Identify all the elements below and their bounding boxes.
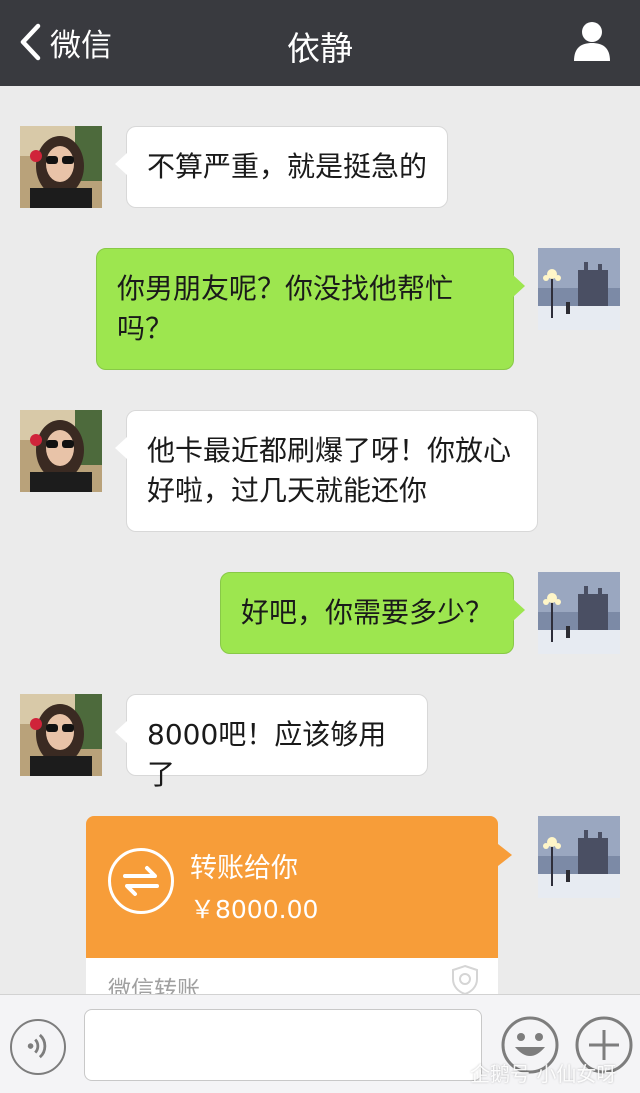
my-avatar[interactable] <box>538 248 620 330</box>
message-bubble-incoming[interactable]: 他卡最近都刷爆了呀！你放心 好啦，过几天就能还你 <box>115 410 538 532</box>
message-bubble-incoming[interactable]: 不算严重，就是挺急的 <box>115 126 448 208</box>
my-avatar[interactable] <box>538 572 620 654</box>
voice-button[interactable] <box>10 1019 66 1075</box>
message-text: 不算严重，就是挺急的 <box>147 150 428 183</box>
my-avatar[interactable] <box>538 816 620 898</box>
transfer-card[interactable]: 转账给你 ￥8000.00 微信转账 <box>86 816 498 1006</box>
avatar-image <box>20 694 102 776</box>
avatar-image <box>538 572 620 654</box>
avatar-image <box>538 816 620 898</box>
message-text-line: 吗？ <box>117 312 174 345</box>
message-bubble-outgoing[interactable]: 你男朋友呢？你没找他帮忙 吗？ <box>96 248 525 370</box>
message-text-line: 好啦，过几天就能还你 <box>147 474 428 507</box>
person-icon <box>574 22 610 61</box>
avatar-image <box>538 248 620 330</box>
bubble-tail <box>513 599 525 621</box>
message-text: 8000吧！应该够用了 <box>147 718 387 791</box>
message-bubble-outgoing[interactable]: 好吧，你需要多少？ <box>220 572 525 654</box>
message-text-line: 你男朋友呢？你没找他帮忙 <box>117 272 454 305</box>
transfer-amount: ￥8000.00 <box>190 895 319 924</box>
avatar-image <box>20 126 102 208</box>
message-text: 好吧，你需要多少？ <box>241 596 494 629</box>
contact-avatar[interactable] <box>20 694 102 776</box>
message-text-line: 他卡最近都刷爆了呀！你放心 <box>147 434 512 467</box>
message-input[interactable] <box>84 1009 482 1081</box>
transfer-arrows-icon <box>108 848 174 914</box>
transfer-title: 转账给你 <box>190 853 298 884</box>
contact-avatar[interactable] <box>20 410 102 492</box>
chat-info-button[interactable] <box>572 20 612 62</box>
voice-icon <box>27 1033 47 1059</box>
top-bar: 微信 依静 <box>0 0 640 86</box>
watermark-text: 企鹅号 小仙女呀 <box>470 1062 617 1086</box>
bubble-tail <box>115 437 127 459</box>
bubble-tail <box>115 721 127 743</box>
bubble-tail <box>513 275 525 297</box>
avatar-image <box>20 410 102 492</box>
shield-icon <box>452 964 478 996</box>
bubble-tail <box>498 844 512 866</box>
contact-avatar[interactable] <box>20 126 102 208</box>
transfer-card-header: 转账给你 ￥8000.00 <box>86 816 498 958</box>
message-bubble-incoming[interactable]: 8000吧！应该够用了 <box>115 694 428 791</box>
chat-title: 依静 <box>287 29 353 68</box>
watermark: 企鹅号 小仙女呀 <box>470 1058 616 1087</box>
bubble-tail <box>115 153 127 175</box>
